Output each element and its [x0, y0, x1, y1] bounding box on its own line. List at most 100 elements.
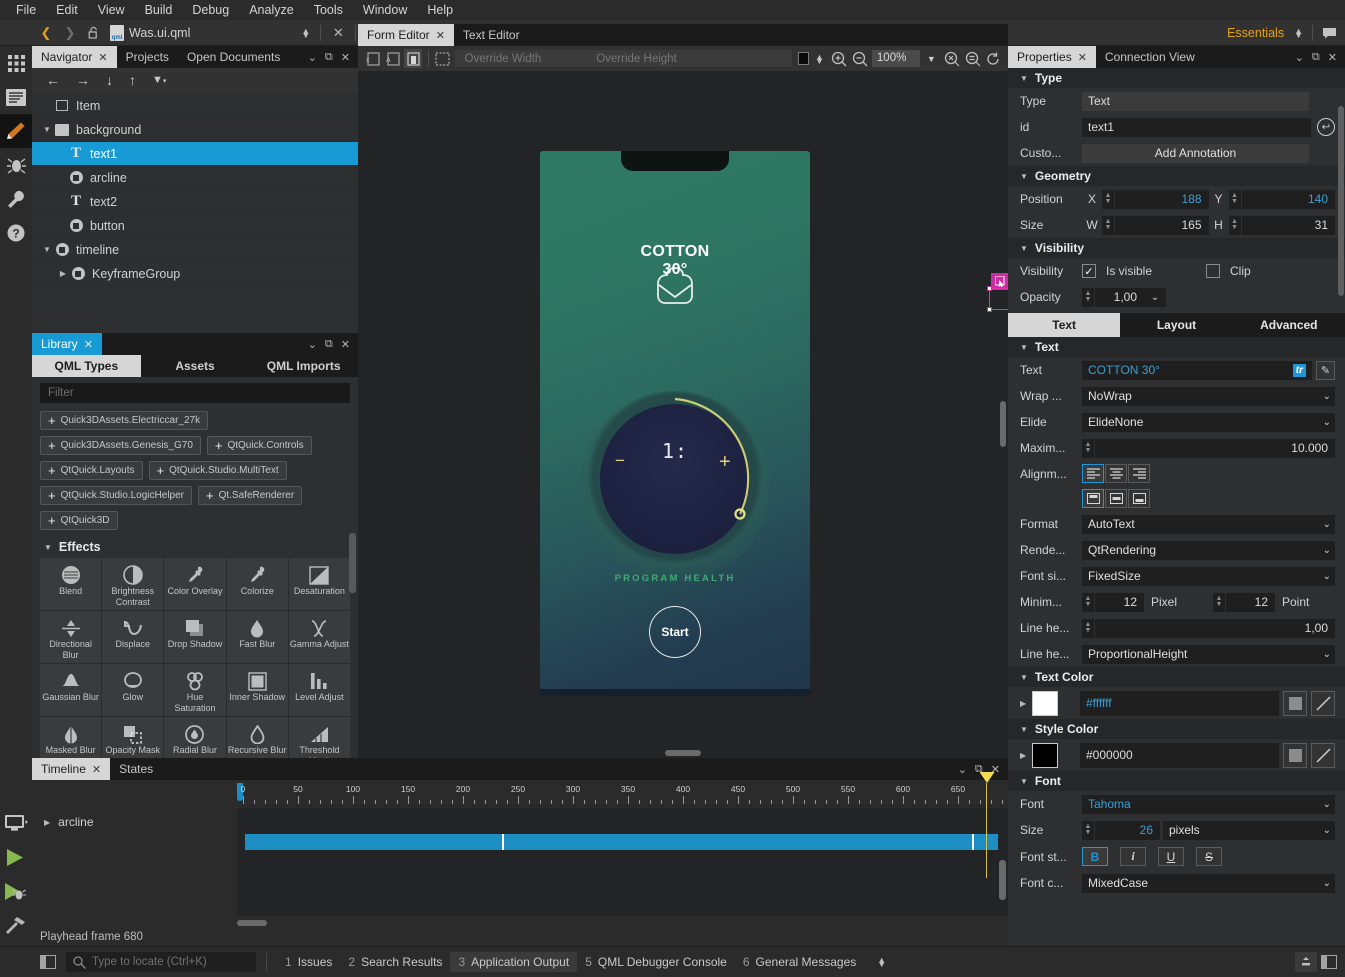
subtab-text[interactable]: Text	[1008, 313, 1120, 337]
strikethrough-button[interactable]: S	[1196, 847, 1222, 866]
spinner-arrows[interactable]: ▲▼	[1102, 190, 1115, 209]
zoom-in-icon[interactable]	[830, 49, 848, 68]
spinner-arrows[interactable]: ▲▼	[1082, 593, 1095, 612]
underline-button[interactable]: U	[1158, 847, 1184, 866]
tab-timeline[interactable]: Timeline ✕	[32, 758, 110, 780]
import-chip[interactable]: +QtQuick.Layouts	[40, 461, 143, 480]
resize-handle-sw[interactable]	[987, 307, 992, 312]
effect-item[interactable]: Gaussian Blur	[40, 664, 101, 716]
menu-file[interactable]: File	[6, 1, 46, 19]
effect-item[interactable]: Hue Saturation	[164, 664, 225, 716]
start-button[interactable]: Start	[649, 606, 701, 658]
tab-qml-imports[interactable]: QML Imports	[249, 355, 358, 377]
align-middle-icon[interactable]	[1105, 489, 1127, 508]
text-value-field[interactable]: COTTON 30° tr	[1082, 361, 1312, 380]
tree-item-text1[interactable]: T text1	[32, 142, 358, 166]
render-combo[interactable]: QtRendering ⌄	[1082, 541, 1335, 560]
effect-item[interactable]: Inner Shadow	[227, 664, 288, 716]
font-size-unit-combo[interactable]: pixels ⌄	[1163, 821, 1335, 840]
tab-navigator[interactable]: Navigator ✕	[32, 46, 117, 68]
position-x-spinbox[interactable]: ▲▼ 188	[1102, 190, 1209, 209]
snapping-icon[interactable]	[404, 49, 421, 68]
clip-checkbox[interactable]	[1206, 264, 1220, 278]
effect-item[interactable]: Gamma Adjust	[289, 611, 350, 663]
expander-collapsed-icon[interactable]: ▶	[44, 818, 50, 827]
mode-edit[interactable]	[0, 80, 32, 114]
font-case-combo[interactable]: MixedCase ⌄	[1082, 874, 1335, 893]
spinner-arrows[interactable]: ▲▼	[1082, 619, 1095, 638]
close-icon[interactable]: ✕	[84, 338, 93, 351]
timeline-track-area[interactable]	[237, 808, 1008, 916]
align-right-icon[interactable]	[1128, 464, 1150, 483]
back-arrow-icon[interactable]: ❮	[36, 23, 56, 43]
text-color-swatch[interactable]	[1032, 691, 1058, 716]
debug-run-button[interactable]	[0, 874, 32, 908]
wrap-combo[interactable]: NoWrap ⌄	[1082, 387, 1335, 406]
tab-form-editor[interactable]: Form Editor ✕	[358, 24, 454, 46]
tab-projects[interactable]: Projects	[117, 46, 178, 68]
properties-scrollbar[interactable]	[1338, 106, 1344, 296]
subtab-layout[interactable]: Layout	[1120, 313, 1232, 337]
right-sidebar-toggle-icon[interactable]	[1321, 955, 1337, 969]
effect-item[interactable]: Blend	[40, 558, 101, 610]
mode-welcome[interactable]	[0, 46, 32, 80]
text-color-hex-field[interactable]: #ffffff	[1080, 691, 1279, 716]
spinner-arrows[interactable]: ▲▼	[1102, 216, 1115, 235]
effect-item[interactable]: Drop Shadow	[164, 611, 225, 663]
no-snapping-icon[interactable]: x	[364, 49, 381, 68]
close-icon[interactable]: ✕	[341, 338, 350, 351]
chevron-down-icon[interactable]: ⌄	[1144, 288, 1166, 307]
minimum-point-spinbox[interactable]: ▲▼ 12	[1213, 593, 1275, 612]
arrow-right-icon[interactable]: →	[76, 72, 90, 88]
build-button[interactable]	[0, 908, 32, 942]
section-type[interactable]: ▼ Type	[1008, 68, 1345, 88]
arrow-down-icon[interactable]: ↓	[106, 72, 113, 88]
zoom-level-field[interactable]: 100%	[872, 50, 920, 67]
override-height-input[interactable]: Override Height	[541, 53, 677, 65]
show-bounding-rect-icon[interactable]	[434, 49, 451, 68]
background-color-swatch[interactable]	[798, 52, 809, 65]
effect-item[interactable]: Fast Blur	[227, 611, 288, 663]
spinner-arrows[interactable]: ▲▼	[1082, 288, 1095, 307]
mode-debug[interactable]	[0, 148, 32, 182]
canvas-horizontal-scrollbar[interactable]	[665, 750, 701, 756]
close-icon[interactable]: ✕	[1328, 51, 1337, 64]
status-item-search-results[interactable]: 2 Search Results	[340, 952, 450, 972]
position-y-spinbox[interactable]: ▲▼ 140	[1229, 190, 1336, 209]
expander-collapsed-icon[interactable]: ▶	[1020, 751, 1032, 760]
effect-item[interactable]: Color Overlay	[164, 558, 225, 610]
override-width-input[interactable]: Override Width	[455, 53, 542, 65]
selection-bounding-box[interactable]	[989, 288, 1008, 310]
chevron-down-icon[interactable]: ▼	[923, 54, 940, 64]
import-chip[interactable]: +Qt.SafeRenderer	[198, 486, 302, 505]
no-color-icon[interactable]	[1311, 743, 1335, 768]
spinner-arrows[interactable]: ▲▼	[1213, 593, 1226, 612]
status-item-issues[interactable]: 1 Issues	[277, 952, 340, 972]
float-icon[interactable]: ⧉	[325, 51, 333, 64]
menu-analyze[interactable]: Analyze	[239, 1, 303, 19]
unlock-icon[interactable]	[84, 23, 104, 43]
mode-help[interactable]: ?	[0, 216, 32, 250]
zoom-selection-icon[interactable]	[964, 49, 982, 68]
no-color-icon[interactable]	[1311, 691, 1335, 716]
align-top-icon[interactable]	[1082, 489, 1104, 508]
tab-assets[interactable]: Assets	[141, 355, 250, 377]
track-item-arcline[interactable]: ▶ arcline	[32, 808, 237, 836]
import-chip[interactable]: +QtQuick.Studio.MultiText	[149, 461, 287, 480]
annotation-icon[interactable]	[1319, 23, 1339, 43]
float-icon[interactable]: ⧉	[325, 338, 333, 351]
spinner-arrows[interactable]: ▲▼	[1229, 190, 1242, 209]
library-filter-input[interactable]: Filter	[40, 383, 350, 403]
expander-collapsed-icon[interactable]: ▶	[56, 269, 70, 278]
close-icon[interactable]: ✕	[98, 51, 107, 64]
keyframe-track-arcline[interactable]	[245, 834, 998, 850]
spinner-arrows[interactable]: ▲▼	[1229, 216, 1242, 235]
status-item-qml-debugger-console[interactable]: 5 QML Debugger Console	[577, 952, 735, 972]
spinner-arrows[interactable]: ▲▼	[1082, 821, 1095, 840]
import-chip[interactable]: +Quick3DAssets.Electriccar_27k	[40, 411, 208, 430]
section-geometry[interactable]: ▼ Geometry	[1008, 166, 1345, 186]
close-icon[interactable]: ✕	[341, 51, 350, 64]
import-chip[interactable]: +Quick3DAssets.Genesis_G70	[40, 436, 201, 455]
font-size-spinbox[interactable]: ▲▼ 26	[1082, 821, 1160, 840]
target-selector[interactable]	[0, 806, 32, 840]
